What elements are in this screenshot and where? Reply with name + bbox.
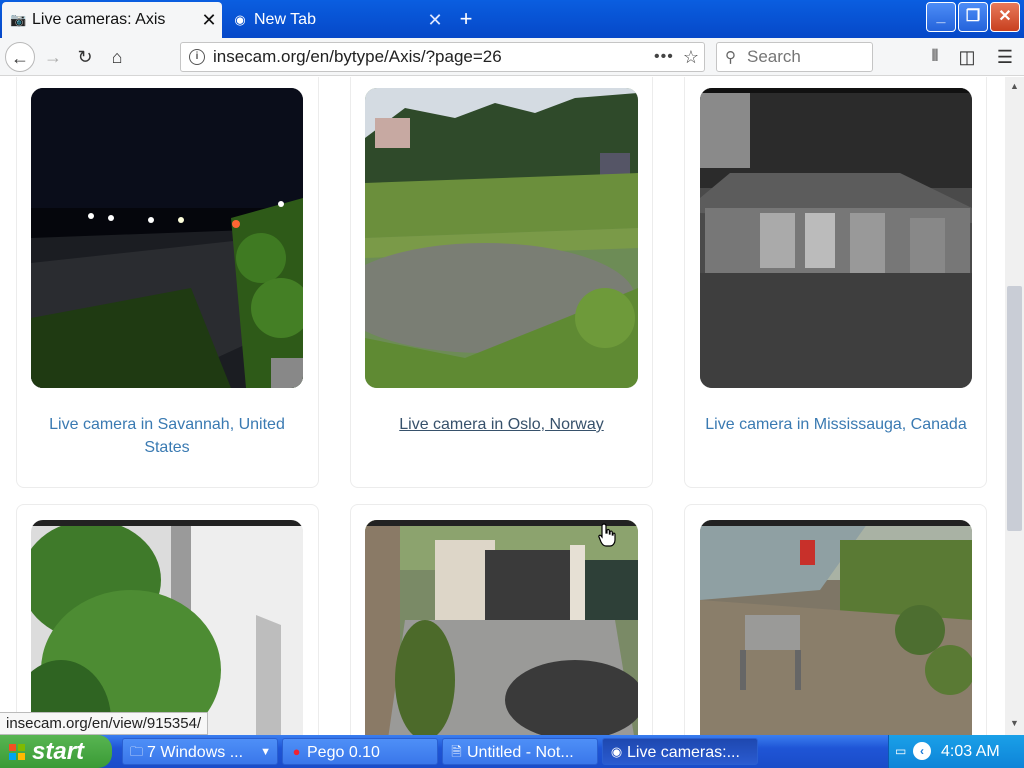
link-status-url: insecam.org/en/view/915354/ xyxy=(0,712,209,735)
tab-strip: 📷 Live cameras: Axis ✕ ◉ New Tab ✕ + _ ❐… xyxy=(0,0,1024,38)
app-icon: ● xyxy=(292,744,301,759)
tab-new-tab[interactable]: ◉ New Tab ✕ xyxy=(224,2,448,38)
start-button[interactable]: start xyxy=(0,735,112,768)
taskbar: start 🗀 7 Windows ... ▼ ● Pego 0.10 🗎 Un… xyxy=(0,735,1024,768)
scrollbar-thumb[interactable] xyxy=(1007,286,1022,531)
info-icon[interactable]: i xyxy=(189,49,205,65)
close-tab-icon[interactable]: ✕ xyxy=(422,10,448,30)
library-icon[interactable]: ⫴ xyxy=(920,42,950,72)
scroll-up-arrow-icon[interactable]: ▲ xyxy=(1006,78,1023,95)
taskbar-item-windows-folder[interactable]: 🗀 7 Windows ... ▼ xyxy=(122,738,278,765)
hamburger-menu-icon[interactable]: ☰ xyxy=(990,42,1020,72)
forward-button[interactable]: → xyxy=(38,42,68,72)
bookmark-star-icon[interactable]: ☆ xyxy=(678,47,704,68)
camera-thumbnail[interactable] xyxy=(700,520,972,735)
minimize-button[interactable]: _ xyxy=(926,2,956,32)
start-label: start xyxy=(32,738,85,765)
taskbar-item-browser[interactable]: ◉ Live cameras:... xyxy=(602,738,758,765)
system-tray: ▭ ‹ 4:03 AM xyxy=(888,735,1024,768)
url-text[interactable]: insecam.org/en/bytype/Axis/?page=26 xyxy=(213,47,654,67)
navigation-toolbar: ← → ↻ ⌂ i insecam.org/en/bytype/Axis/?pa… xyxy=(0,38,1024,76)
camera-image xyxy=(700,520,972,735)
taskbar-item-notepad[interactable]: 🗎 Untitled - Not... xyxy=(442,738,598,765)
camera-image xyxy=(700,88,972,388)
camera-thumbnail-oslo[interactable] xyxy=(365,88,638,388)
folder-icon: 🗀 xyxy=(129,744,143,759)
camera-favicon-icon: 📷 xyxy=(10,12,27,27)
scroll-down-arrow-icon[interactable]: ▼ xyxy=(1006,715,1023,732)
vertical-scrollbar[interactable]: ▲ ▼ xyxy=(1005,77,1024,735)
close-tab-icon[interactable]: ✕ xyxy=(196,10,222,30)
task-label: 7 Windows ... xyxy=(147,744,244,761)
notepad-icon: 🗎 xyxy=(451,744,462,759)
show-hidden-icons-icon[interactable]: ‹ xyxy=(913,742,931,760)
camera-image xyxy=(365,520,638,735)
camera-link[interactable]: Live camera in Mississauga, Canada xyxy=(700,413,972,436)
task-label: Live cameras:... xyxy=(627,744,740,761)
tab-live-cameras[interactable]: 📷 Live cameras: Axis ✕ xyxy=(2,2,222,38)
windows-logo-icon xyxy=(9,744,25,760)
search-icon: ⚲ xyxy=(725,49,736,66)
task-label: Untitled - Not... xyxy=(467,744,574,761)
keyboard-icon[interactable]: ▭ xyxy=(895,744,906,758)
home-button[interactable]: ⌂ xyxy=(102,42,132,72)
close-window-button[interactable]: ✕ xyxy=(990,2,1020,32)
search-input[interactable] xyxy=(747,47,867,67)
maximize-button[interactable]: ❐ xyxy=(958,2,988,32)
group-dropdown-icon[interactable]: ▼ xyxy=(260,739,271,764)
taskbar-item-pego[interactable]: ● Pego 0.10 xyxy=(282,738,438,765)
address-bar[interactable]: i insecam.org/en/bytype/Axis/?page=26 ••… xyxy=(180,42,705,72)
sidebar-icon[interactable]: ◫ xyxy=(952,42,982,72)
hand-pointer-cursor-icon xyxy=(598,523,616,547)
camera-thumbnail-savannah[interactable] xyxy=(31,88,303,388)
tab-title: Live cameras: Axis xyxy=(32,11,166,28)
camera-image xyxy=(31,88,303,388)
back-button[interactable]: ← xyxy=(5,42,35,72)
page-content: Live camera in Savannah, United States L… xyxy=(0,77,1005,735)
browser-icon: ◉ xyxy=(610,744,623,759)
tab-title: New Tab xyxy=(254,11,316,28)
new-tab-button[interactable]: + xyxy=(452,6,480,34)
reload-button[interactable]: ↻ xyxy=(70,42,100,72)
camera-thumbnail[interactable] xyxy=(31,520,303,735)
camera-image xyxy=(31,520,303,735)
camera-thumbnail[interactable] xyxy=(365,520,638,735)
camera-image xyxy=(365,88,638,388)
camera-link[interactable]: Live camera in Savannah, United States xyxy=(31,413,303,459)
page-actions-icon[interactable]: ••• xyxy=(654,48,678,66)
task-label: Pego 0.10 xyxy=(307,744,380,761)
search-box[interactable]: ⚲ xyxy=(716,42,873,72)
camera-link[interactable]: Live camera in Oslo, Norway xyxy=(365,413,638,436)
camera-thumbnail-mississauga[interactable] xyxy=(700,88,972,388)
clock[interactable]: 4:03 AM xyxy=(941,735,1000,768)
firefox-favicon-icon: ◉ xyxy=(234,12,246,27)
